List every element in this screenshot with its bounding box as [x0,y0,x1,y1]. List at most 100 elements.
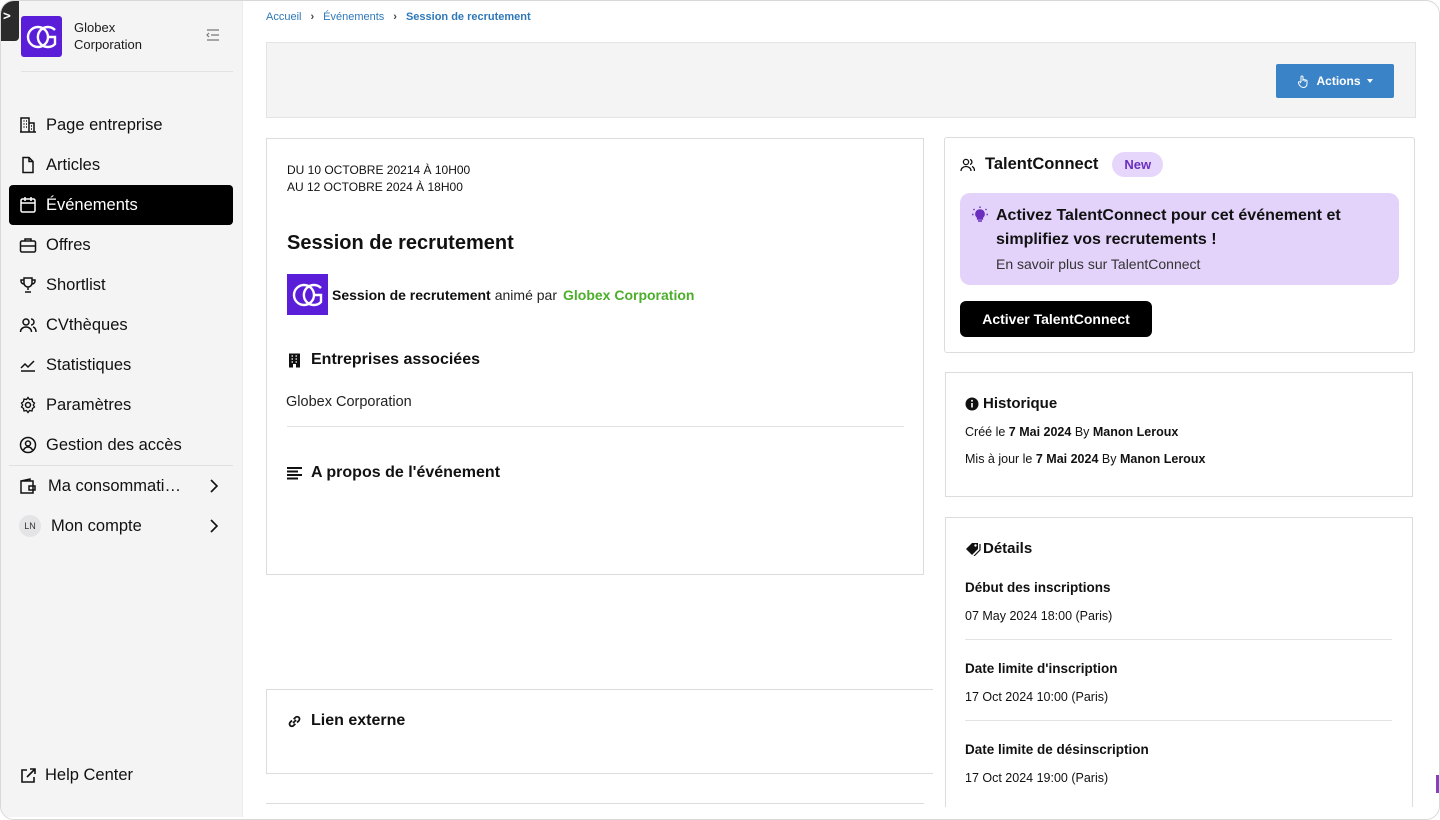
gear-icon [19,396,37,414]
sidebar-nav: Page entreprise Articles Événements Offr… [9,105,233,546]
divider [965,720,1392,721]
sidebar-item-consommation[interactable]: Ma consommati… [9,466,233,506]
sidebar-item-label: Paramètres [46,395,132,414]
avatar: LN [19,515,41,537]
app-window: > Globex Corporation Page entreprise Art… [0,0,1440,820]
pointer-hand-icon [1297,75,1310,88]
scroll-indicator [1436,775,1439,793]
actions-label: Actions [1316,74,1361,88]
details-card: Détails Début des inscriptions 07 May 20… [945,517,1413,807]
talentconnect-card: TalentConnect New Activez TalentConnect … [944,137,1415,353]
link-icon [287,714,302,729]
event-organizer: Session de recrutement animé par Globex … [287,274,694,315]
associated-companies-heading: Entreprises associées [287,351,480,369]
breadcrumb-separator: › [310,11,315,23]
terminal-tab-icon[interactable]: > [1,1,19,41]
help-center-link[interactable]: Help Center [19,766,133,785]
detail-value: 17 Oct 2024 10:00 (Paris) [965,690,1109,704]
card-edge [266,803,924,805]
detail-value: 07 May 2024 18:00 (Paris) [965,609,1113,623]
details-heading: Détails [965,540,1032,557]
event-dates: DU 10 OCTOBRE 20214 À 10H00 AU 12 OCTOBR… [287,162,470,196]
company-logo[interactable] [21,16,62,57]
history-heading: Historique [965,395,1057,412]
divider [965,639,1392,640]
sidebar-item-parametres[interactable]: Paramètres [9,385,233,425]
updated-prefix: Mis à jour le [965,452,1033,466]
updated-date: 7 Mai 2024 [1035,452,1099,466]
sidebar-item-gestion-acces[interactable]: Gestion des accès [9,425,233,465]
info-icon [965,397,979,411]
trophy-icon [19,276,37,294]
talentconnect-title: TalentConnect [985,155,1099,173]
detail-value: 17 Oct 2024 19:00 (Paris) [965,771,1109,785]
talentconnect-header: TalentConnect New [960,152,1164,177]
history-updated: Mis à jour le 7 Mai 2024 By Manon Leroux [965,452,1205,466]
breadcrumb-home[interactable]: Accueil [266,11,301,23]
external-link-label: Lien externe [311,712,406,729]
detail-label: Début des inscriptions [965,580,1111,595]
history-card: Historique Créé le 7 Mai 2024 By Manon L… [945,372,1413,497]
activate-talentconnect-button[interactable]: Activer TalentConnect [960,301,1152,337]
sidebar-item-label: Gestion des accès [46,435,182,454]
users-icon [19,316,37,334]
sidebar-item-shortlist[interactable]: Shortlist [9,265,233,305]
created-by-user: Manon Leroux [1092,425,1179,439]
updated-by-user: Manon Leroux [1119,452,1206,466]
actions-button[interactable]: Actions [1276,64,1394,98]
about-event-heading: A propos de l'événement [287,464,500,482]
breadcrumb-events[interactable]: Événements [323,11,384,23]
sidebar-item-statistiques[interactable]: Statistiques [9,345,233,385]
document-icon [19,156,37,174]
align-left-icon [287,466,302,481]
detail-label: Date limite d'inscription [965,661,1118,676]
calendar-icon [19,196,37,214]
talentconnect-promo: Activez TalentConnect pour cet événement… [960,193,1399,285]
event-card: DU 10 OCTOBRE 20214 À 10H00 AU 12 OCTOBR… [266,138,924,575]
collapse-sidebar-icon[interactable] [205,28,221,42]
created-by-label: By [1074,425,1090,439]
promo-learn-more-link[interactable]: En savoir plus sur TalentConnect [996,256,1200,272]
associated-companies-label: Entreprises associées [311,351,480,368]
tag-icon [965,542,981,556]
sidebar: Globex Corporation Page entreprise Artic… [1,1,243,817]
external-link-heading: Lien externe [287,712,405,730]
history-created: Créé le 7 Mai 2024 By Manon Leroux [965,425,1178,439]
chart-line-icon [19,356,37,374]
building-icon [287,353,302,368]
user-circle-icon [19,436,37,454]
created-date: 7 Mai 2024 [1008,425,1072,439]
wallet-icon [19,477,37,495]
sidebar-item-articles[interactable]: Articles [9,145,233,185]
detail-label: Date limite de désinscription [965,742,1149,757]
sidebar-item-label: Statistiques [46,355,132,374]
event-title: Session de recrutement [287,232,514,254]
event-date-to: AU 12 OCTOBRE 2024 À 18H00 [287,180,463,194]
breadcrumb: Accueil › Événements › Session de recrut… [266,11,531,23]
organizer-logo [287,274,328,315]
page-header-panel: Actions [266,42,1416,118]
sidebar-item-mon-compte[interactable]: LN Mon compte [9,506,233,546]
sidebar-item-label: CVthèques [46,315,128,334]
breadcrumb-current: Session de recrutement [405,11,531,23]
organizer-link[interactable]: Globex Corporation [563,287,694,303]
divider [287,426,904,427]
event-date-from: DU 10 OCTOBRE 20214 À 10H00 [287,163,471,177]
updated-by-label: By [1101,452,1117,466]
breadcrumb-separator: › [393,11,397,23]
created-prefix: Créé le [965,425,1006,439]
users-icon [960,157,976,172]
sidebar-item-page-entreprise[interactable]: Page entreprise [9,105,233,145]
chevron-right-icon [209,478,219,494]
sidebar-item-label: Événements [46,195,138,214]
promo-text: Activez TalentConnect pour cet événement… [996,207,1341,248]
caret-down-icon [1366,79,1373,83]
new-badge: New [1112,152,1164,177]
sidebar-item-label: Page entreprise [46,115,163,134]
brand-header: Globex Corporation [21,16,233,72]
sidebar-item-cvtheques[interactable]: CVthèques [9,305,233,345]
details-title: Détails [983,540,1033,557]
sidebar-item-evenements[interactable]: Événements [9,185,233,225]
organizer-event-name: Session de recrutement [332,286,491,303]
sidebar-item-offres[interactable]: Offres [9,225,233,265]
